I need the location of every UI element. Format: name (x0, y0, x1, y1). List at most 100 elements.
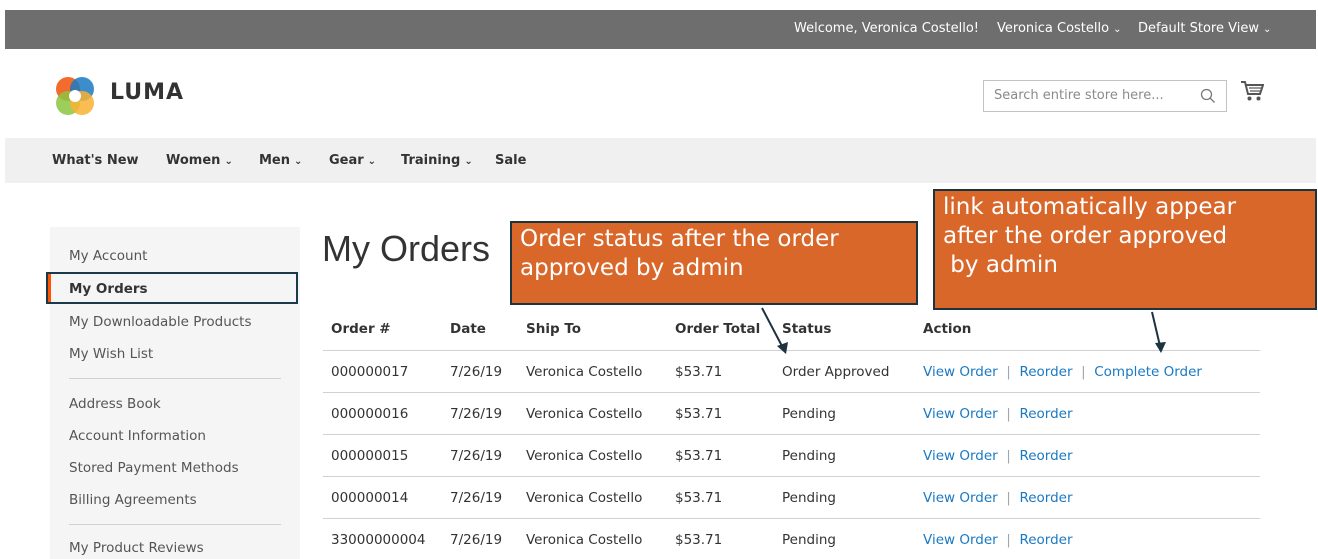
account-name: Veronica Costello (997, 21, 1110, 36)
reorder-link[interactable]: Reorder (1019, 448, 1072, 464)
annotation-line: Order status after the order (520, 226, 839, 252)
reorder-link[interactable]: Reorder (1019, 364, 1072, 380)
account-menu[interactable]: Veronica Costello ⌄ (997, 21, 1121, 36)
order-number: 000000015 (331, 448, 409, 464)
sidebar-item-stored-payment-methods[interactable]: Stored Payment Methods (69, 460, 239, 476)
main-navigation: What's New Women ⌄ Men ⌄ Gear ⌄ Training ⌄ S… (5, 138, 1316, 183)
sidebar-item-label: My Orders (69, 281, 148, 297)
action-separator: | (1002, 532, 1020, 548)
chevron-down-icon: ⌄ (294, 156, 303, 167)
action-separator: | (1002, 406, 1020, 422)
order-total: $53.71 (675, 490, 723, 506)
ship-to: Veronica Costello (526, 448, 643, 464)
reorder-link[interactable]: Reorder (1019, 490, 1072, 506)
chevron-down-icon: ⌄ (367, 156, 377, 167)
order-status: Order Approved (782, 364, 890, 380)
order-date: 7/26/19 (450, 364, 503, 380)
order-actions: View Order | Reorder (923, 406, 1073, 422)
row-divider (323, 518, 1260, 519)
status-annotation-callout: Order status after the order approved by… (510, 221, 918, 305)
sidebar-item-address-book[interactable]: Address Book (69, 396, 161, 412)
search-box[interactable] (983, 80, 1227, 112)
action-separator: | (1076, 364, 1095, 380)
column-header-order-total: Order Total (675, 321, 761, 337)
order-number: 000000017 (331, 364, 409, 380)
chevron-down-icon: ⌄ (464, 156, 473, 167)
annotation-line: link automatically appear (943, 194, 1237, 220)
sidebar-divider (69, 378, 281, 379)
account-sidebar: My Account My Orders My Downloadable Pro… (46, 227, 300, 559)
link-annotation-callout: link automatically appear after the orde… (933, 189, 1317, 310)
row-divider (323, 434, 1260, 435)
sidebar-item-account-information[interactable]: Account Information (69, 428, 206, 444)
top-header-bar: Welcome, Veronica Costello! Veronica Cos… (5, 10, 1316, 49)
search-icon[interactable] (1200, 88, 1216, 104)
order-status: Pending (782, 448, 836, 464)
order-total: $53.71 (675, 364, 723, 380)
column-header-status: Status (782, 321, 832, 337)
nav-sale[interactable]: Sale (495, 153, 526, 168)
order-number: 000000016 (331, 406, 409, 422)
view-order-link[interactable]: View Order (923, 406, 998, 422)
sidebar-item-my-orders[interactable]: My Orders (46, 272, 298, 304)
sidebar-item-product-reviews[interactable]: My Product Reviews (69, 540, 204, 556)
ship-to: Veronica Costello (526, 406, 643, 422)
action-separator: | (1002, 490, 1020, 506)
nav-whats-new[interactable]: What's New (52, 153, 139, 168)
row-divider (323, 476, 1260, 477)
sidebar-item-billing-agreements[interactable]: Billing Agreements (69, 492, 197, 508)
order-actions: View Order | Reorder (923, 490, 1073, 506)
link-arrow (1151, 311, 1166, 353)
ship-to: Veronica Costello (526, 490, 643, 506)
view-order-link[interactable]: View Order (923, 448, 998, 464)
complete-order-link[interactable]: Complete Order (1094, 364, 1202, 380)
nav-men-label: Men (259, 153, 291, 168)
store-switcher[interactable]: Default Store View ⌄ (1138, 21, 1271, 36)
search-input[interactable] (992, 87, 1196, 104)
nav-women[interactable]: Women ⌄ (166, 153, 233, 168)
order-status: Pending (782, 532, 836, 548)
nav-men[interactable]: Men ⌄ (259, 153, 302, 168)
order-number: 000000014 (331, 490, 409, 506)
row-divider (323, 392, 1260, 393)
ship-to: Veronica Costello (526, 532, 643, 548)
page-title: My Orders (322, 228, 491, 269)
table-header-divider (323, 350, 1260, 351)
logo-text: LUMA (110, 80, 185, 105)
order-date: 7/26/19 (450, 490, 503, 506)
order-actions: View Order | Reorder (923, 448, 1073, 464)
nav-women-label: Women (166, 153, 221, 168)
order-date: 7/26/19 (450, 448, 503, 464)
column-header-ship-to: Ship To (526, 321, 582, 337)
order-date: 7/26/19 (450, 406, 503, 422)
active-indicator (48, 274, 51, 302)
nav-training[interactable]: Training ⌄ (401, 153, 473, 168)
chevron-down-icon: ⌄ (1113, 24, 1122, 35)
logo-mark-icon (56, 77, 94, 115)
order-actions: View Order | Reorder | Complete Order (923, 364, 1202, 380)
nav-gear[interactable]: Gear ⌄ (329, 153, 376, 168)
order-actions: View Order | Reorder (923, 532, 1073, 548)
action-separator: | (1002, 448, 1020, 464)
column-header-action: Action (923, 321, 972, 337)
annotation-line: by admin (943, 252, 1058, 278)
annotation-line: approved by admin (520, 255, 744, 281)
chevron-down-icon: ⌄ (224, 156, 233, 167)
sidebar-divider (69, 524, 281, 525)
sidebar-item-my-account[interactable]: My Account (69, 248, 147, 264)
view-order-link[interactable]: View Order (923, 532, 998, 548)
sidebar-item-wish-list[interactable]: My Wish List (69, 346, 153, 362)
reorder-link[interactable]: Reorder (1019, 532, 1072, 548)
chevron-down-icon: ⌄ (1262, 24, 1272, 35)
cart-icon[interactable] (1240, 80, 1264, 102)
reorder-link[interactable]: Reorder (1019, 406, 1072, 422)
annotation-line: after the order approved (943, 223, 1228, 249)
sidebar-item-downloadable-products[interactable]: My Downloadable Products (69, 314, 252, 330)
order-status: Pending (782, 490, 836, 506)
order-total: $53.71 (675, 448, 723, 464)
view-order-link[interactable]: View Order (923, 364, 998, 380)
view-order-link[interactable]: View Order (923, 490, 998, 506)
ship-to: Veronica Costello (526, 364, 643, 380)
nav-training-label: Training (401, 153, 461, 168)
welcome-message: Welcome, Veronica Costello! (794, 21, 980, 36)
